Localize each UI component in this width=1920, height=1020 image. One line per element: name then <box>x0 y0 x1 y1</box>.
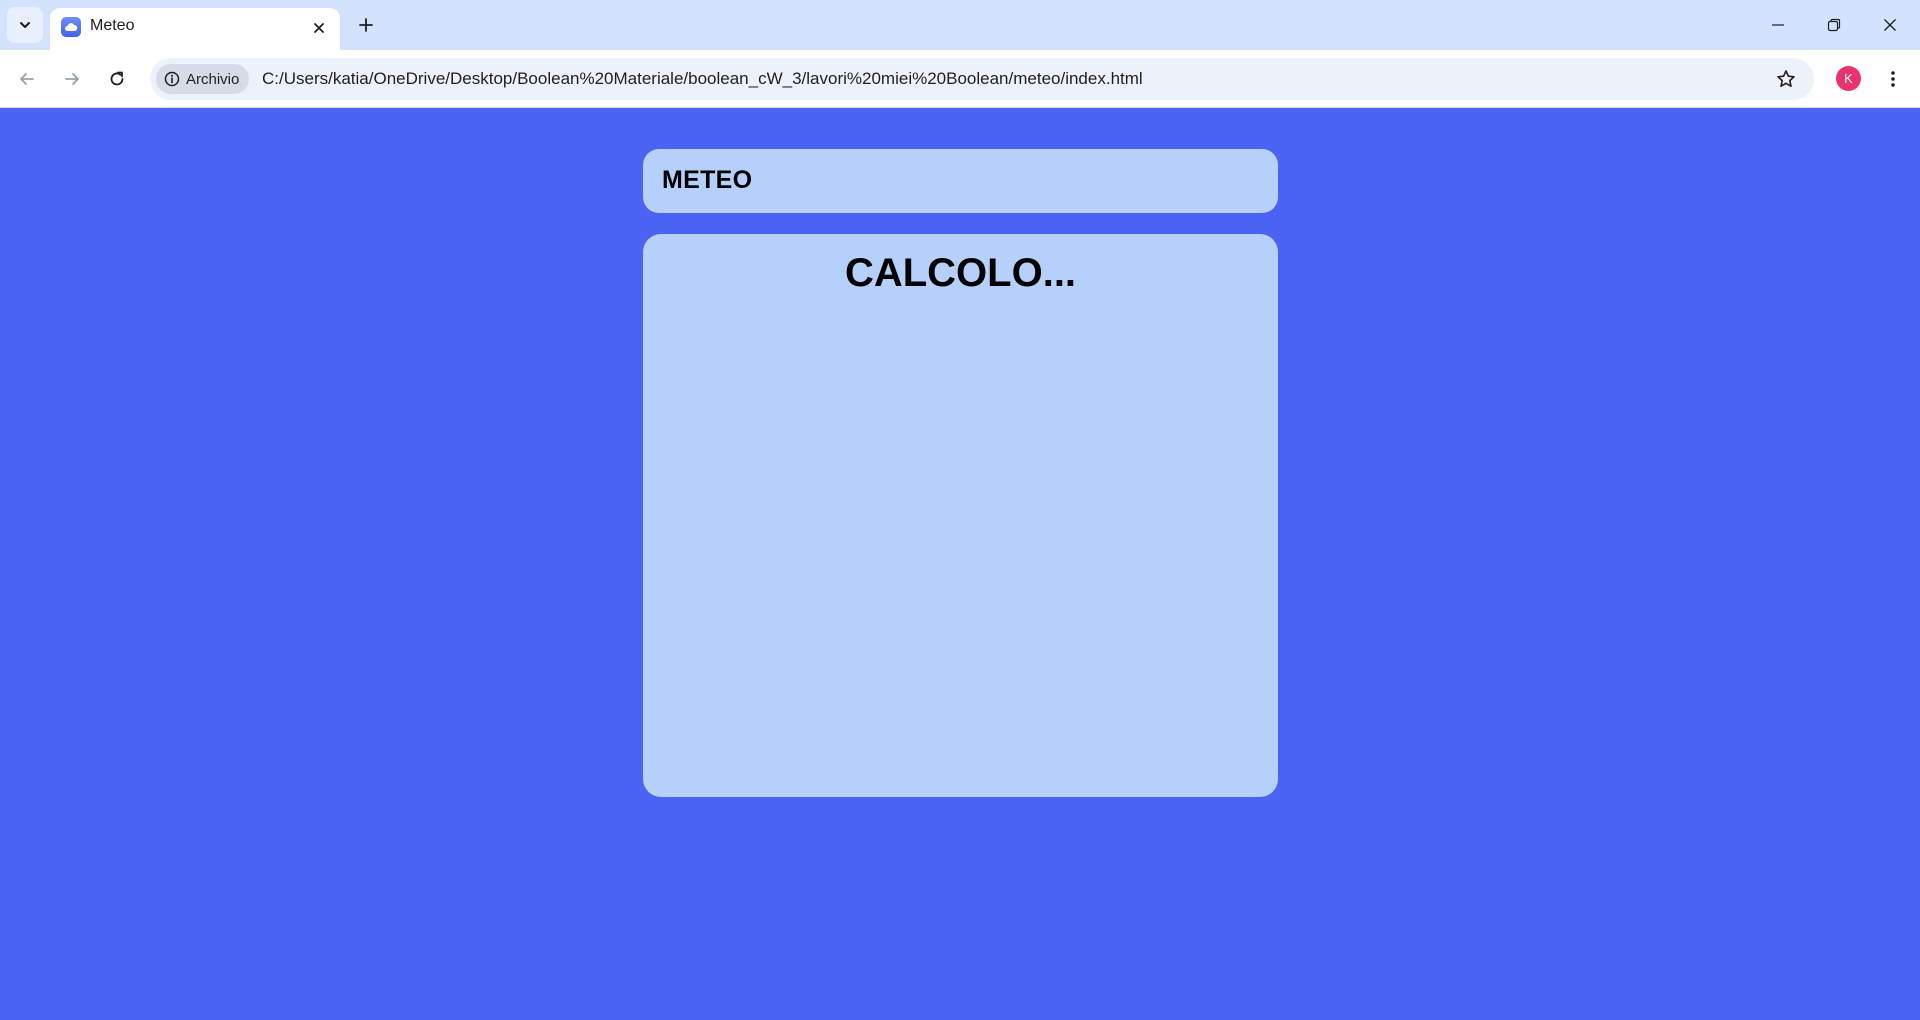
tab-search-button[interactable] <box>7 7 43 43</box>
bookmark-button[interactable] <box>1774 67 1798 91</box>
reload-icon <box>110 71 124 86</box>
app-header: METEO <box>643 149 1278 213</box>
chevron-down-icon <box>20 22 30 28</box>
minimize-button[interactable] <box>1750 0 1806 50</box>
close-icon <box>1884 19 1896 31</box>
restore-icon <box>1827 18 1841 32</box>
reload-button[interactable] <box>100 62 134 96</box>
plus-icon <box>359 18 373 32</box>
back-button[interactable] <box>10 62 44 96</box>
tab-strip: Meteo <box>0 0 1920 50</box>
close-tab-button[interactable] <box>308 17 330 39</box>
browser-toolbar: Archivio C:/Users/katia/OneDrive/Desktop… <box>0 50 1920 108</box>
weather-card: CALCOLO... <box>643 234 1278 797</box>
page-title: METEO <box>662 166 753 194</box>
site-info-chip[interactable]: Archivio <box>156 64 250 94</box>
cloud-icon <box>61 17 81 37</box>
tab-title: Meteo <box>90 17 135 34</box>
star-icon <box>1777 70 1795 87</box>
more-vertical-icon <box>1891 71 1895 87</box>
arrow-left-icon <box>20 73 34 85</box>
address-bar[interactable]: Archivio C:/Users/katia/OneDrive/Desktop… <box>150 58 1814 100</box>
browser-tab[interactable]: Meteo <box>50 8 340 50</box>
profile-avatar[interactable]: K <box>1836 66 1861 91</box>
loading-status: CALCOLO... <box>844 251 1077 295</box>
restore-button[interactable] <box>1806 0 1862 50</box>
forward-button[interactable] <box>55 62 89 96</box>
arrow-right-icon <box>65 73 79 85</box>
minimize-icon <box>1772 24 1784 26</box>
browser-menu-button[interactable] <box>1877 63 1909 95</box>
close-icon <box>314 23 324 33</box>
site-info-label: Archivio <box>186 70 240 88</box>
new-tab-button[interactable] <box>350 9 382 41</box>
url-text[interactable]: C:/Users/katia/OneDrive/Desktop/Boolean%… <box>262 69 1143 89</box>
info-icon <box>164 71 180 87</box>
close-window-button[interactable] <box>1862 0 1918 50</box>
